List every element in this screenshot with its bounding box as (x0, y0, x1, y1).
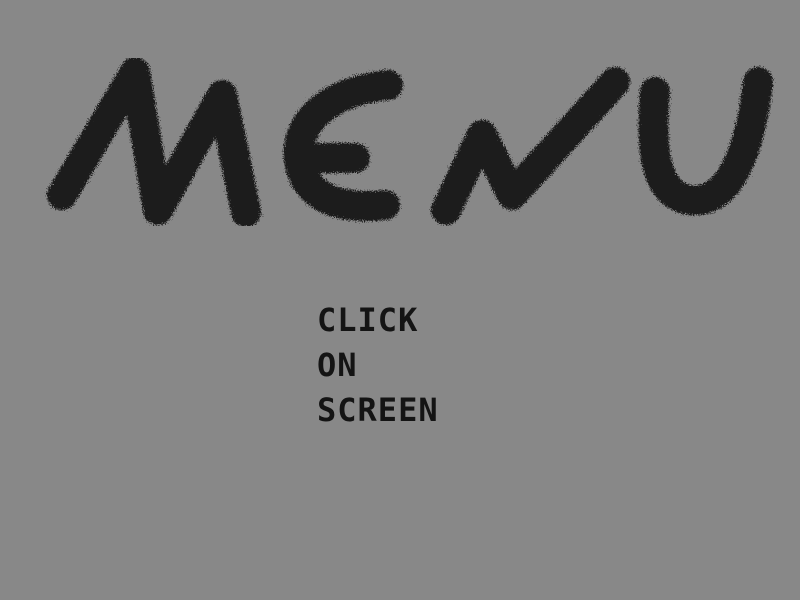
title-letter-e (283, 70, 403, 222)
title-letter-n (431, 67, 630, 225)
title-letter-m (47, 57, 261, 227)
game-screen[interactable]: CLICK ON SCREEN (0, 0, 800, 600)
menu-title-logo (47, 57, 773, 227)
title-letter-u (638, 67, 773, 216)
prompt-line-on: ON (317, 346, 358, 384)
prompt-line-click: CLICK (317, 301, 419, 339)
click-on-screen-prompt: CLICK ON SCREEN (317, 298, 439, 433)
prompt-line-screen: SCREEN (317, 391, 439, 429)
